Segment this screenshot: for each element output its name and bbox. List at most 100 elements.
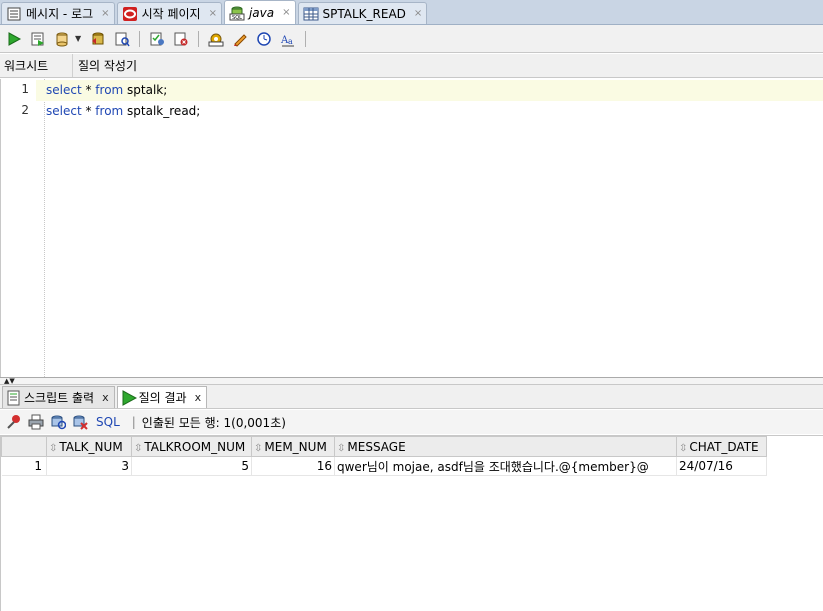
close-icon[interactable]: × xyxy=(282,7,290,18)
toolbar-separator xyxy=(198,30,200,47)
code-text: sptalk; xyxy=(123,83,168,97)
run-icon xyxy=(121,389,137,406)
unshared-sql-button[interactable] xyxy=(229,28,251,50)
commit-button[interactable] xyxy=(51,28,73,50)
run-icon xyxy=(8,31,22,46)
close-icon[interactable]: × xyxy=(101,8,109,19)
run-statement-button[interactable] xyxy=(3,28,25,50)
cell-chat-date[interactable]: 24/07/16 xyxy=(676,456,767,476)
close-icon[interactable]: × xyxy=(414,8,422,19)
collapse-arrows-icon[interactable]: ▲▼ xyxy=(4,377,15,385)
sql-worksheet-icon: SQL xyxy=(229,5,245,21)
gear-icon xyxy=(208,33,224,46)
svg-text:SQL: SQL xyxy=(232,15,242,21)
tab-query-result[interactable]: 질의 결과 x xyxy=(116,386,208,408)
tab-worksheet[interactable]: 워크시트 xyxy=(0,54,73,77)
printer-icon xyxy=(28,414,44,430)
checklist-icon xyxy=(150,32,165,45)
explain-plan-button[interactable] xyxy=(111,28,133,50)
refresh-button[interactable] xyxy=(48,412,68,432)
tab-sptalk-read[interactable]: SPTALK_READ × xyxy=(297,2,428,24)
table-row[interactable]: 1 3 5 16 qwer님이 mojae, asdf님을 조대했습니다.@{m… xyxy=(1,456,767,476)
autotrace-button[interactable] xyxy=(146,28,168,50)
close-icon[interactable]: × xyxy=(209,8,217,19)
run-script-button[interactable] xyxy=(27,28,49,50)
oracle-icon xyxy=(122,6,138,22)
toolbar-separator xyxy=(139,30,141,47)
column-header-mem-num[interactable]: ⇳ MEM_NUM xyxy=(251,436,335,457)
database-icon xyxy=(56,32,68,46)
tab-label: 스크립트 출력 xyxy=(24,391,95,405)
output-tab-bar: 스크립트 출력 x 질의 결과 x xyxy=(0,385,823,409)
result-toolbar: SQL | 인출된 모든 행: 1(0,001초) xyxy=(0,410,823,434)
line-number: 1 xyxy=(21,82,29,96)
tab-label: 시작 페이지 xyxy=(141,7,201,21)
sort-icon: ⇳ xyxy=(49,442,58,454)
worksheet-tab-bar: 워크시트 질의 작성기 xyxy=(0,54,823,78)
column-header-message[interactable]: ⇳ MESSAGE xyxy=(334,436,677,457)
format-case-button[interactable]: Aa xyxy=(277,28,299,50)
sort-icon: ⇳ xyxy=(679,442,688,454)
chevron-down-icon[interactable]: ▼ xyxy=(75,34,81,43)
tab-label: 메시지 - 로그 xyxy=(26,7,94,21)
tab-query-builder[interactable]: 질의 작성기 xyxy=(73,54,141,77)
sql-editor[interactable]: 1 2 select * from sptalk; select * from … xyxy=(0,79,823,377)
toolbar-separator xyxy=(305,30,307,47)
cell-message[interactable]: qwer님이 mojae, asdf님을 조대했습니다.@{member}@ xyxy=(334,456,677,476)
sql-history-button[interactable] xyxy=(253,28,275,50)
column-header-chat-date[interactable]: ⇳ CHAT_DATE xyxy=(676,436,767,457)
pencil-icon xyxy=(234,33,247,47)
margin-guide xyxy=(44,79,45,377)
line-number: 2 xyxy=(21,103,29,117)
tab-label: SPTALK_READ xyxy=(322,6,406,21)
text-case-icon: Aa xyxy=(280,35,295,46)
sql-keyword: select xyxy=(46,104,82,118)
tab-messages-log[interactable]: 메시지 - 로그 × xyxy=(1,2,115,24)
code-text: sptalk_read; xyxy=(123,104,201,118)
sql-keyword: from xyxy=(95,83,124,97)
tab-java-worksheet[interactable]: SQL java × xyxy=(223,0,296,24)
explain-icon xyxy=(115,32,130,46)
sql-keyword: from xyxy=(95,104,124,118)
line-number-gutter: 1 2 xyxy=(1,79,36,377)
freeze-view-button[interactable] xyxy=(4,412,24,432)
clear-button[interactable] xyxy=(170,28,192,50)
script-output-icon xyxy=(6,390,22,406)
code-line[interactable]: select * from sptalk; xyxy=(36,80,823,101)
column-header-talkroom-num[interactable]: ⇳ TALKROOM_NUM xyxy=(131,436,252,457)
cell-mem-num[interactable]: 16 xyxy=(251,456,335,476)
close-icon[interactable]: x xyxy=(102,391,109,404)
refresh-database-icon xyxy=(51,415,66,430)
sort-icon: ⇳ xyxy=(254,442,263,454)
eraser-icon xyxy=(174,32,188,45)
column-header-talk-num[interactable]: ⇳ TALK_NUM xyxy=(46,436,132,457)
panel-splitter[interactable]: ▲▼ xyxy=(0,377,823,385)
sql-tuning-button[interactable] xyxy=(205,28,227,50)
tab-label: 질의 결과 xyxy=(138,391,187,405)
row-number: 1 xyxy=(1,456,47,476)
tab-script-output[interactable]: 스크립트 출력 x xyxy=(2,386,115,408)
sql-link[interactable]: SQL xyxy=(96,415,120,429)
sort-icon: ⇳ xyxy=(134,442,143,454)
cancel-fetch-button[interactable] xyxy=(70,412,90,432)
document-tab-bar: 메시지 - 로그 × 시작 페이지 × SQL java × SPTALK_RE… xyxy=(0,0,823,25)
worksheet-toolbar: ▼ Aa xyxy=(0,25,823,53)
history-icon xyxy=(257,31,271,46)
code-text: * xyxy=(81,104,96,118)
code-line[interactable]: select * from sptalk_read; xyxy=(36,101,823,122)
tab-start-page[interactable]: 시작 페이지 × xyxy=(116,2,222,24)
print-button[interactable] xyxy=(26,412,46,432)
close-icon[interactable]: x xyxy=(195,391,202,404)
pin-icon xyxy=(7,415,20,429)
run-script-icon xyxy=(31,32,44,46)
row-number-header xyxy=(1,436,47,457)
header-row: ⇳ TALK_NUM ⇳ TALKROOM_NUM ⇳ MEM_NUM ⇳ MESSAG… xyxy=(1,436,767,457)
sql-keyword: select xyxy=(46,83,82,97)
sort-icon: ⇳ xyxy=(337,442,346,454)
svg-text:a: a xyxy=(288,37,293,46)
cell-talk-num[interactable]: 3 xyxy=(46,456,132,476)
rollback-button[interactable] xyxy=(87,28,109,50)
cell-talkroom-num[interactable]: 5 xyxy=(131,456,252,476)
result-grid[interactable]: ⇳ TALK_NUM ⇳ TALKROOM_NUM ⇳ MEM_NUM ⇳ MESSAG… xyxy=(0,435,823,611)
tab-label: java xyxy=(248,5,275,20)
